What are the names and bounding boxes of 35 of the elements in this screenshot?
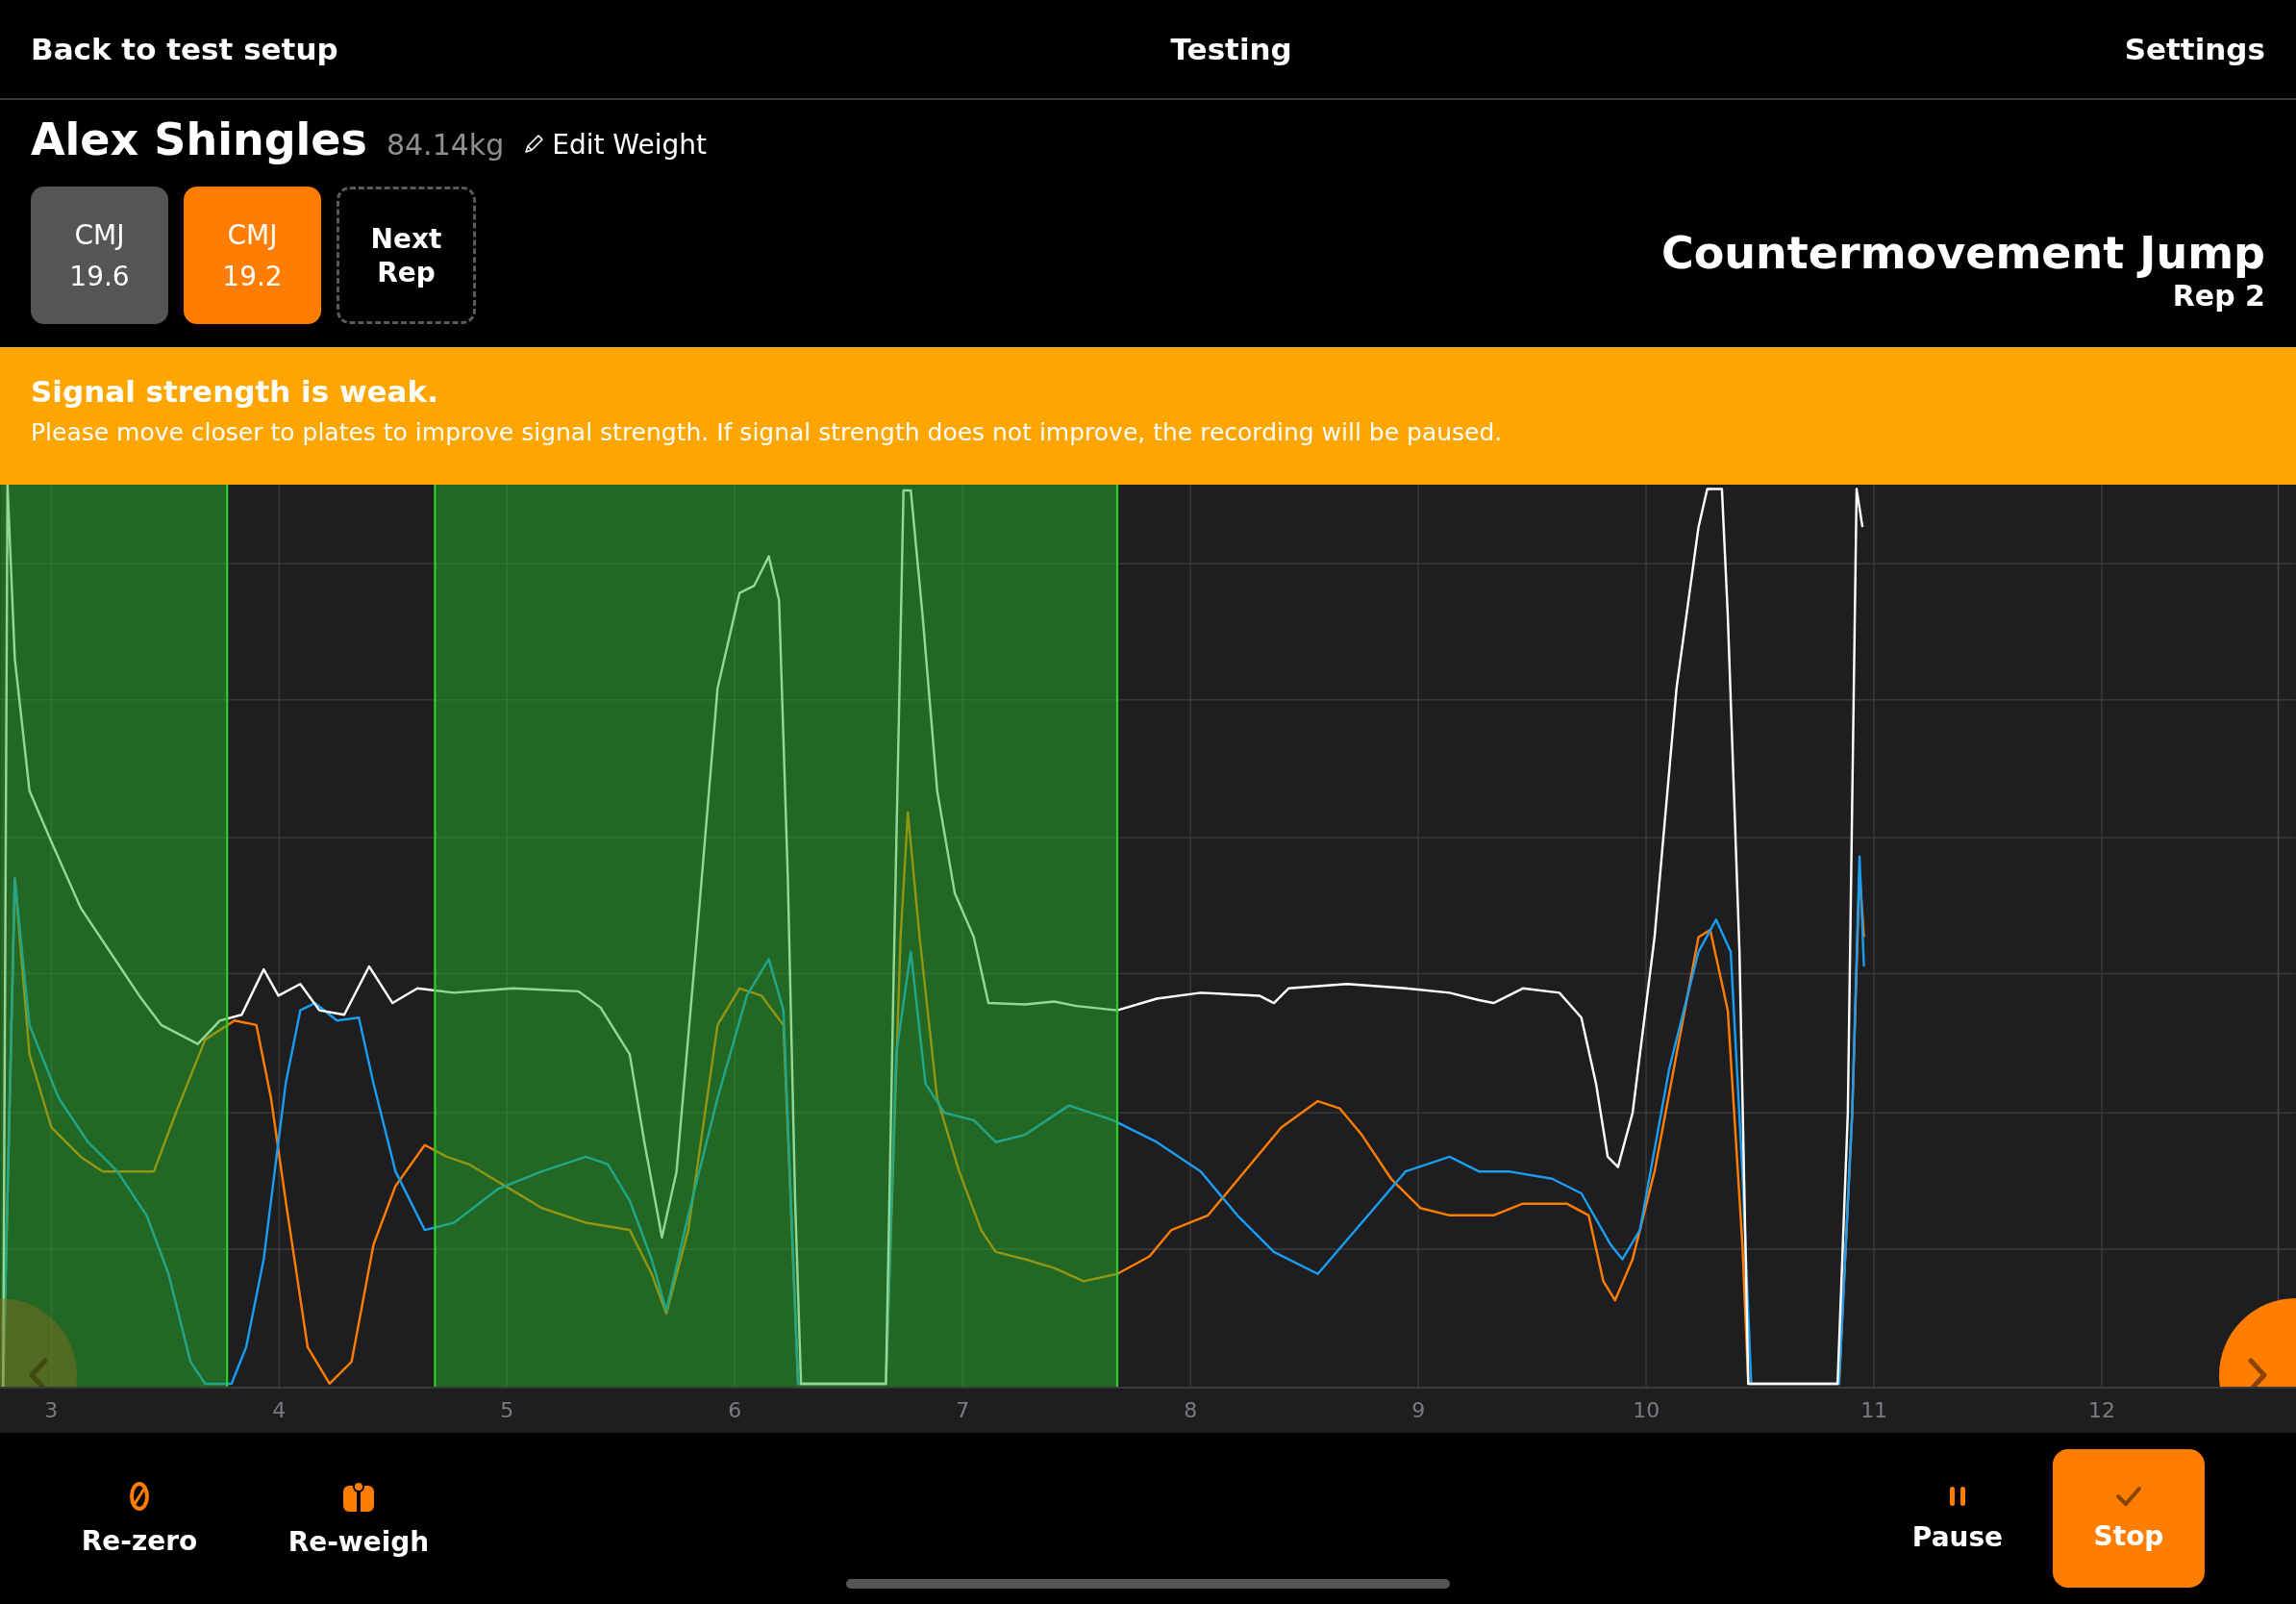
axis-label: 4 [272, 1398, 287, 1422]
back-link[interactable]: Back to test setup [31, 32, 338, 66]
athlete-name: Alex Shingles [31, 113, 367, 165]
rep-value: 19.6 [69, 260, 130, 292]
axis-label: 12 [2088, 1398, 2116, 1422]
pause-icon [1948, 1484, 1967, 1508]
rep-value: 19.2 [222, 260, 283, 292]
axis-label: 9 [1411, 1398, 1426, 1422]
rep-number: Rep 2 [2172, 279, 2265, 313]
athlete-weight: 84.14kg [386, 128, 505, 162]
re-weigh-button[interactable]: Re-weigh [277, 1449, 440, 1588]
axis-label: 6 [728, 1398, 742, 1422]
test-name: Countermovement Jump [1660, 227, 2265, 279]
axis-label: 10 [1633, 1398, 1660, 1422]
rep-label: CMJ [74, 218, 125, 251]
re-zero-button[interactable]: Re-zero [58, 1449, 221, 1588]
rep-tile[interactable]: CMJ 19.6 [31, 187, 168, 324]
pencil-icon [523, 134, 545, 155]
axis-label: 8 [1184, 1398, 1198, 1422]
next-rep-button[interactable]: Next Rep [337, 187, 476, 324]
axis-label: 5 [500, 1398, 514, 1422]
screen-title: Testing [1170, 32, 1292, 66]
warning-title: Signal strength is weak. [31, 374, 439, 409]
axis-label: 7 [956, 1398, 970, 1422]
zero-icon [129, 1480, 150, 1512]
warning-message: Please move closer to plates to improve signal strength. If signal strength does not improve, the recording will be paused. [31, 418, 1504, 446]
pause-button[interactable]: Pause [1876, 1449, 2039, 1588]
chevron-left-icon [28, 1358, 49, 1387]
check-icon [2115, 1485, 2142, 1507]
axis-label: 11 [1860, 1398, 1888, 1422]
chevron-right-icon [2247, 1358, 2268, 1387]
axis-label: 3 [44, 1398, 59, 1422]
edit-weight-link[interactable]: Edit Weight [523, 128, 707, 161]
settings-link[interactable]: Settings [2124, 32, 2265, 66]
rep-label: CMJ [227, 218, 278, 251]
